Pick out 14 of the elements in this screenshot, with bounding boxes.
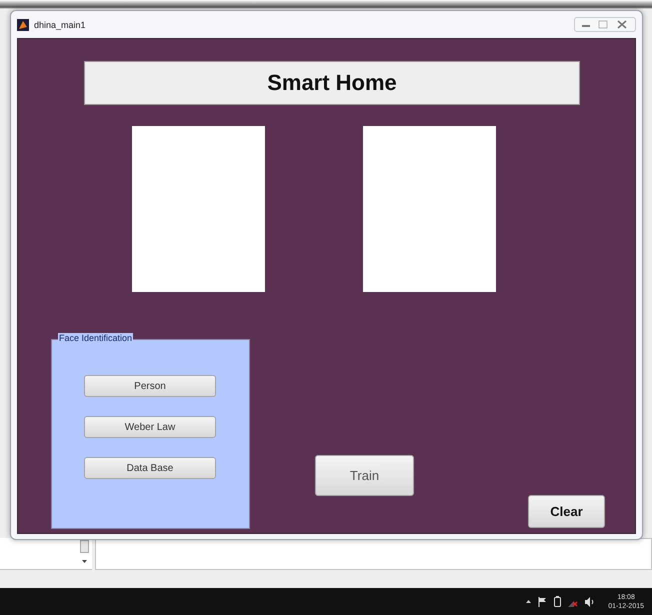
show-hidden-icon[interactable] bbox=[526, 599, 532, 604]
app-icon bbox=[17, 18, 29, 30]
panel-button[interactable]: Weber Law bbox=[84, 416, 216, 438]
speaker-icon[interactable] bbox=[585, 596, 596, 606]
clear-button[interactable]: Clear bbox=[528, 495, 605, 528]
panel-button[interactable]: Person bbox=[84, 375, 216, 397]
flag-icon[interactable] bbox=[538, 596, 548, 606]
window-title: dhina_main1 bbox=[34, 20, 86, 30]
train-button[interactable]: Train bbox=[315, 455, 414, 496]
battery-icon[interactable] bbox=[554, 596, 562, 607]
panel-button[interactable]: Data Base bbox=[84, 457, 216, 479]
text-field[interactable] bbox=[95, 538, 652, 570]
panel-title: Face Identification bbox=[58, 333, 134, 343]
header-title: Smart Home bbox=[84, 61, 580, 105]
